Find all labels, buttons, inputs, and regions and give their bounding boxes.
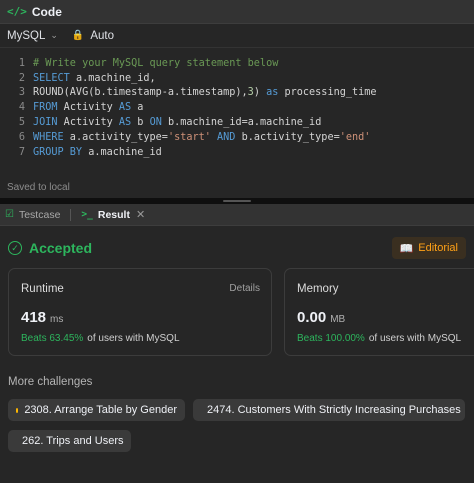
memory-beats-text: of users with MySQL bbox=[368, 333, 462, 344]
code-line[interactable]: 6 WHERE a.activity_type='start' AND b.act… bbox=[0, 130, 474, 145]
runtime-beats: Beats 63.45% of users with MySQL bbox=[21, 333, 259, 344]
challenge-label: 2308. Arrange Table by Gender bbox=[24, 404, 177, 416]
line-number: 5 bbox=[18, 117, 25, 129]
code-text: ROUND(AVG(b.timestamp-a.timestamp),3) as… bbox=[33, 87, 377, 99]
tab-result[interactable]: >_ Result ✕ bbox=[81, 208, 145, 222]
code-line[interactable]: 1 # Write your MySQL query statement belo… bbox=[0, 56, 474, 71]
code-line[interactable]: 3 ROUND(AVG(b.timestamp-a.timestamp),3) a… bbox=[0, 86, 474, 101]
line-number: 7 bbox=[18, 146, 25, 158]
code-line[interactable]: 4 FROM Activity AS a bbox=[0, 100, 474, 115]
result-panel: ☑ Testcase >_ Result ✕ ✓ Accepted 📖 Edit… bbox=[0, 204, 474, 483]
code-line[interactable]: 2 SELECT a.machine_id, bbox=[0, 71, 474, 86]
check-circle-icon: ✓ bbox=[8, 241, 22, 255]
memory-value: 0.00 bbox=[297, 309, 327, 326]
code-line[interactable]: 5 JOIN Activity AS b ON b.machine_id=a.ma… bbox=[0, 115, 474, 130]
memory-card[interactable]: Memory 0.00 MB Beats 100.00% of users wit… bbox=[284, 268, 474, 356]
code-text: # Write your MySQL query statement below bbox=[33, 57, 279, 69]
terminal-icon: >_ bbox=[81, 209, 93, 220]
memory-beats-percent: Beats 100.00% bbox=[297, 333, 365, 344]
lock-icon: 🔒 bbox=[71, 30, 85, 41]
saved-status: Saved to local bbox=[7, 182, 70, 193]
editor-toolbar: MySQL ⌄ 🔒 Auto bbox=[0, 24, 474, 48]
details-link[interactable]: Details bbox=[229, 283, 260, 294]
line-number: 4 bbox=[18, 102, 25, 114]
auto-mode-label[interactable]: Auto bbox=[90, 30, 114, 42]
challenge-chip[interactable]: 2308. Arrange Table by Gender bbox=[8, 399, 185, 421]
memory-unit: MB bbox=[330, 314, 346, 325]
code-text: FROM Activity AS a bbox=[33, 102, 144, 114]
code-text: SELECT a.machine_id, bbox=[33, 72, 156, 84]
runtime-card[interactable]: Runtime Details 418 ms Beats 63.45% of us… bbox=[8, 268, 272, 356]
language-selector[interactable]: MySQL ⌄ bbox=[7, 30, 58, 42]
tab-testcase-label: Testcase bbox=[18, 208, 61, 221]
code-line[interactable]: 7 GROUP BY a.machine_id bbox=[0, 145, 474, 160]
result-tabs: ☑ Testcase >_ Result ✕ bbox=[0, 204, 474, 226]
code-text: WHERE a.activity_type='start' AND b.acti… bbox=[33, 131, 371, 143]
tab-result-label: Result bbox=[97, 208, 130, 221]
runtime-value-row: 418 ms bbox=[21, 309, 259, 326]
tab-testcase[interactable]: ☑ Testcase bbox=[5, 209, 60, 221]
code-text: JOIN Activity AS b ON b.machine_id=a.mac… bbox=[33, 117, 322, 129]
runtime-beats-percent: Beats 63.45% bbox=[21, 333, 84, 344]
tab-divider bbox=[70, 208, 72, 221]
line-number: 2 bbox=[18, 72, 25, 84]
memory-title: Memory bbox=[297, 283, 339, 295]
challenge-label: 262. Trips and Users bbox=[22, 435, 124, 447]
code-panel-header: </> Code bbox=[0, 0, 474, 24]
language-label: MySQL bbox=[7, 29, 46, 42]
checkbox-icon: ☑ bbox=[5, 209, 14, 220]
runtime-title: Runtime bbox=[21, 283, 64, 295]
memory-value-row: 0.00 MB bbox=[297, 309, 471, 326]
code-brackets-icon: </> bbox=[7, 5, 27, 18]
editorial-label: Editorial bbox=[418, 242, 458, 254]
status-accepted: Accepted bbox=[29, 240, 93, 256]
challenge-chip[interactable]: 262. Trips and Users bbox=[8, 430, 131, 452]
resize-grip[interactable] bbox=[223, 200, 251, 202]
challenge-chip[interactable]: 2474. Customers With Strictly Increasing… bbox=[193, 399, 465, 421]
line-number: 1 bbox=[18, 57, 25, 69]
code-panel-title: Code bbox=[31, 4, 62, 19]
runtime-unit: ms bbox=[50, 314, 64, 325]
memory-beats: Beats 100.00% of users with MySQL bbox=[297, 333, 471, 344]
challenge-label: 2474. Customers With Strictly Increasing… bbox=[207, 404, 461, 416]
runtime-value: 418 bbox=[21, 309, 47, 326]
code-editor[interactable]: 1 # Write your MySQL query statement belo… bbox=[0, 56, 474, 160]
more-challenges-title: More challenges bbox=[8, 376, 93, 388]
close-icon[interactable]: ✕ bbox=[136, 208, 145, 221]
line-number: 6 bbox=[18, 131, 25, 143]
difficulty-dot bbox=[16, 407, 19, 413]
code-panel: </> Code MySQL ⌄ 🔒 Auto 1 # Write your My… bbox=[0, 0, 474, 198]
chevron-down-icon: ⌄ bbox=[50, 30, 58, 40]
code-text: GROUP BY a.machine_id bbox=[33, 146, 162, 158]
editorial-button[interactable]: 📖 Editorial bbox=[391, 237, 466, 259]
book-icon: 📖 bbox=[399, 242, 414, 255]
submission-status-row: ✓ Accepted 📖 Editorial bbox=[8, 236, 466, 260]
runtime-beats-text: of users with MySQL bbox=[87, 333, 180, 344]
line-number: 3 bbox=[18, 87, 25, 99]
